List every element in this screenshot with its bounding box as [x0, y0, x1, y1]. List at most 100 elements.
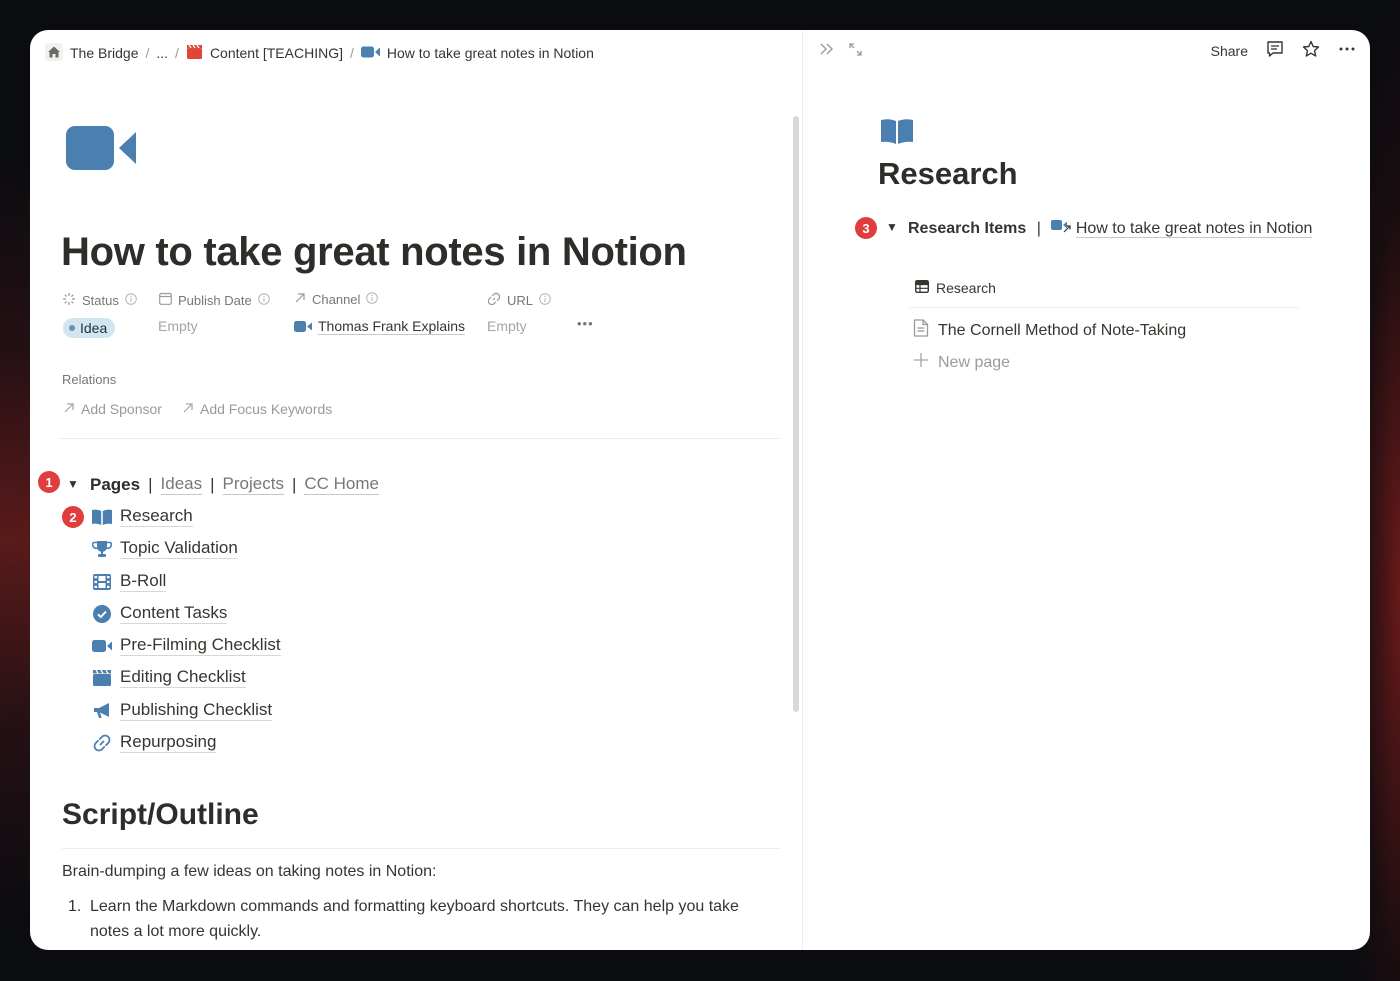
separator: |	[1036, 220, 1041, 237]
status-badge: Idea	[63, 318, 116, 338]
channel-label: Channel	[312, 292, 361, 307]
status-label: Status	[82, 293, 119, 308]
link-cc-home[interactable]: CC Home	[304, 474, 379, 495]
breadcrumb-current[interactable]: How to take great notes in Notion	[358, 45, 597, 61]
view-tab-research[interactable]: Research	[914, 279, 996, 296]
arrow-up-right-icon	[182, 401, 194, 417]
info-icon	[539, 293, 551, 308]
url-property-header[interactable]: URL	[487, 292, 551, 309]
script-intro-text[interactable]: Brain-dumping a few ideas on taking note…	[62, 863, 436, 881]
expand-icon[interactable]	[849, 42, 862, 61]
breadcrumb-ellipsis[interactable]: ...	[153, 45, 171, 61]
view-tab-divider	[909, 307, 1299, 308]
page-link-editing-checklist[interactable]: Editing Checklist	[92, 667, 246, 688]
breadcrumb-parent-label: Content [TEACHING]	[209, 45, 343, 61]
list-number: 1.	[68, 898, 82, 915]
add-focus-keywords-button[interactable]: Add Focus Keywords	[182, 401, 332, 417]
page-link-label: Topic Validation	[120, 538, 238, 559]
annotation-badge-2: 2	[62, 506, 84, 528]
video-camera-icon	[294, 319, 312, 335]
channel-value[interactable]: Thomas Frank Explains	[294, 318, 466, 335]
breadcrumb-workspace-label: The Bridge	[70, 45, 139, 61]
side-peek-title[interactable]: Research	[878, 156, 1018, 192]
link-icon	[92, 733, 112, 753]
publish-date-value[interactable]: Empty	[158, 318, 198, 334]
status-value[interactable]: Idea	[63, 318, 116, 338]
add-focus-keywords-label: Add Focus Keywords	[200, 401, 333, 417]
film-icon	[92, 572, 112, 592]
script-outline-heading[interactable]: Script/Outline	[62, 798, 259, 832]
page-link-topic-validation[interactable]: Topic Validation	[92, 538, 238, 559]
relations-heading: Relations	[62, 372, 117, 387]
share-button[interactable]: Share	[1211, 43, 1248, 59]
toggle-triangle-icon[interactable]: ▼	[886, 220, 898, 234]
channel-link: Thomas Frank Explains	[318, 318, 466, 335]
channel-property-header[interactable]: Channel	[294, 292, 379, 307]
annotation-badge-3: 3	[855, 217, 877, 239]
page-link-b-roll[interactable]: B-Roll	[92, 571, 167, 592]
page-link-content-tasks[interactable]: Content Tasks	[92, 603, 228, 624]
breadcrumb-parent[interactable]: Content [TEACHING]	[183, 44, 346, 63]
side-peek-controls	[819, 42, 862, 61]
star-icon[interactable]	[1302, 40, 1320, 61]
plus-icon	[913, 352, 929, 373]
video-camera-link-icon	[1051, 220, 1071, 237]
page-link-pre-filming-checklist[interactable]: Pre-Filming Checklist	[92, 635, 281, 656]
annotation-badge-1: 1	[38, 471, 60, 493]
page-link-research[interactable]: Research	[92, 506, 193, 527]
numbered-list-item[interactable]: 1. Learn the Markdown commands and forma…	[68, 894, 768, 944]
database-row[interactable]: The Cornell Method of Note-Taking	[913, 319, 1186, 342]
status-property-header[interactable]: Status	[62, 292, 137, 309]
more-options-icon[interactable]	[1338, 40, 1356, 61]
new-page-button[interactable]: New page	[913, 352, 1010, 373]
page-link-label: Pre-Filming Checklist	[120, 635, 281, 656]
link-ideas[interactable]: Ideas	[160, 474, 203, 495]
linked-page-link[interactable]: How to take great notes in Notion	[1075, 220, 1313, 238]
link-projects[interactable]: Projects	[222, 474, 284, 495]
check-circle-icon	[92, 604, 112, 624]
add-sponsor-button[interactable]: Add Sponsor	[63, 401, 162, 417]
page-link-label: Repurposing	[120, 732, 217, 753]
calendar-icon	[159, 292, 172, 308]
trophy-icon	[92, 539, 112, 559]
breadcrumb-workspace[interactable]: The Bridge	[42, 42, 141, 64]
table-icon	[914, 279, 930, 296]
page-icon-video-camera-icon[interactable]	[66, 126, 136, 175]
publish-date-label: Publish Date	[178, 292, 252, 308]
separator: |	[210, 474, 215, 494]
more-properties-button[interactable]: •••	[577, 316, 594, 331]
side-peek-panel: Share Research 3 ▼ Research Items | How …	[803, 30, 1370, 950]
page-link-publishing-checklist[interactable]: Publishing Checklist	[92, 700, 273, 721]
url-value[interactable]: Empty	[487, 318, 527, 334]
loading-icon	[62, 292, 76, 309]
info-icon	[366, 292, 379, 307]
pages-toggle-header: Pages | Ideas | Projects | CC Home	[90, 474, 379, 495]
scrollbar[interactable]	[793, 116, 799, 712]
status-badge-label: Idea	[80, 320, 108, 336]
pages-toggle-title: Pages	[90, 474, 141, 494]
clapperboard-icon	[186, 44, 203, 63]
heading-divider	[62, 848, 780, 849]
breadcrumb: The Bridge / ... / Content [TEACHING] / …	[42, 42, 597, 64]
page-link-repurposing[interactable]: Repurposing	[92, 732, 217, 753]
info-icon	[257, 292, 270, 308]
house-icon	[45, 42, 63, 64]
publish-date-property-header[interactable]: Publish Date	[159, 292, 270, 308]
book-icon[interactable]	[881, 118, 913, 149]
comment-icon[interactable]	[1266, 40, 1284, 61]
notion-window: The Bridge / ... / Content [TEACHING] / …	[30, 30, 1370, 950]
arrow-up-right-icon	[294, 292, 306, 307]
page-link-label: Content Tasks	[120, 603, 228, 624]
new-page-label: New page	[938, 353, 1011, 371]
breadcrumb-separator: /	[349, 45, 354, 61]
toggle-triangle-icon[interactable]: ▼	[67, 477, 79, 491]
video-camera-icon	[360, 45, 380, 61]
main-page: The Bridge / ... / Content [TEACHING] / …	[30, 30, 802, 950]
clapperboard-icon	[92, 668, 112, 688]
link-icon	[487, 292, 501, 309]
page-title[interactable]: How to take great notes in Notion	[61, 230, 687, 275]
page-link-label: Editing Checklist	[120, 667, 246, 688]
close-peek-icon[interactable]	[819, 42, 835, 61]
separator: |	[148, 474, 153, 494]
list-item-text: Learn the Markdown commands and formatti…	[90, 898, 739, 940]
